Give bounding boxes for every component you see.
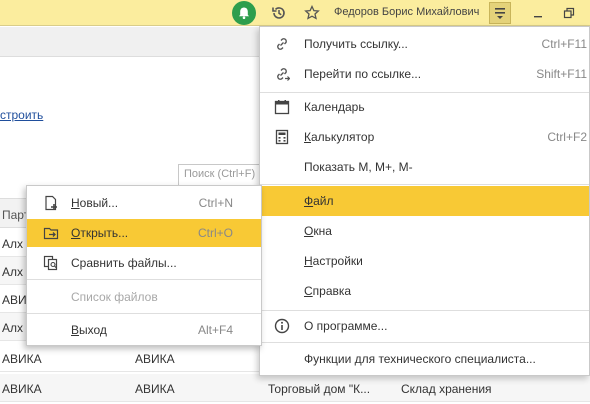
menu-item-show-memory[interactable]: Показать M, M+, M- <box>260 152 589 182</box>
submenu-item-label: Сравнить файлы... <box>71 256 177 270</box>
menu-item-label: Функции для технического специалиста... <box>304 352 536 366</box>
menu-item-shortcut: Shift+F11 <box>536 67 587 81</box>
menu-item-calendar[interactable]: Календарь <box>260 92 589 122</box>
open-folder-icon <box>43 225 59 241</box>
submenu-item-label: Список файлов <box>71 290 158 304</box>
restore-icon[interactable] <box>558 2 580 24</box>
table-cell: Алх <box>2 321 24 335</box>
menu-item-windows[interactable]: Окна <box>260 216 589 246</box>
submenu-item-shortcut: Ctrl+O <box>197 226 233 240</box>
table-cell: АВИКА <box>2 382 42 396</box>
submenu-item-open[interactable]: Открыть... Ctrl+O <box>27 219 261 247</box>
submenu-item-compare[interactable]: Сравнить файлы... <box>27 249 261 277</box>
menu-item-tech-functions[interactable]: Функции для технического специалиста... <box>260 344 589 374</box>
table-cell: АВИКА <box>135 352 175 366</box>
submenu-item-label: Выход <box>71 323 107 337</box>
calculator-icon <box>274 129 290 145</box>
submenu-item-label: Открыть... <box>71 226 129 240</box>
history-icon[interactable] <box>268 2 290 24</box>
bell-icon[interactable] <box>232 1 256 25</box>
table-cell: Алх <box>2 265 24 279</box>
menu-item-shortcut: Ctrl+F2 <box>547 130 587 144</box>
menu-item-label: Окна <box>304 224 332 238</box>
top-bar: Федоров Борис Михайлович <box>0 0 590 26</box>
main-menu: Получить ссылку... Ctrl+F11 Перейти по с… <box>259 26 590 376</box>
file-submenu: Новый... Ctrl+N Открыть... Ctrl+O Сравни… <box>26 185 262 346</box>
info-icon <box>274 318 290 334</box>
menu-item-about[interactable]: О программе... <box>260 311 589 341</box>
link-icon <box>274 36 290 52</box>
menu-separator <box>260 184 589 185</box>
submenu-item-shortcut: Ctrl+N <box>198 196 233 210</box>
table-cell: Торговый дом "К... <box>268 382 371 396</box>
menu-item-help[interactable]: Справка <box>260 276 589 306</box>
menu-item-label: Справка <box>304 284 352 298</box>
compare-files-icon <box>43 255 59 271</box>
new-file-icon <box>43 195 59 211</box>
menu-item-label: Получить ссылку... <box>304 37 408 51</box>
search-input[interactable]: Поиск (Ctrl+F) <box>178 164 266 186</box>
menu-item-file[interactable]: Файл <box>260 186 589 216</box>
menu-separator <box>27 279 261 280</box>
table-cell: Алх <box>2 237 24 251</box>
menu-item-get-link[interactable]: Получить ссылку... Ctrl+F11 <box>260 29 589 59</box>
submenu-item-shortcut: Alt+F4 <box>197 323 233 337</box>
calendar-icon <box>274 99 290 115</box>
menu-item-label: Калькулятор <box>304 130 375 144</box>
menu-item-goto-link[interactable]: Перейти по ссылке... Shift+F11 <box>260 59 589 89</box>
table-cell: АВИ <box>2 293 27 307</box>
username[interactable]: Федоров Борис Михайлович <box>334 6 479 18</box>
menu-item-calculator[interactable]: Калькулятор Ctrl+F2 <box>260 122 589 152</box>
goto-link-icon <box>274 66 290 82</box>
table-row[interactable]: АВИКА АВИКА Торговый дом "К... Склад хра… <box>0 374 590 402</box>
settings-link[interactable]: строить <box>0 108 43 122</box>
table-cell: Склад хранения <box>401 382 492 396</box>
menu-item-label: Показать M, M+, M- <box>304 160 413 174</box>
submenu-item-new[interactable]: Новый... Ctrl+N <box>27 189 261 217</box>
menu-item-shortcut: Ctrl+F11 <box>541 37 587 51</box>
submenu-item-exit[interactable]: Выход Alt+F4 <box>27 316 261 344</box>
star-icon[interactable] <box>301 2 323 24</box>
table-cell: АВИКА <box>2 352 42 366</box>
menu-item-label: Файл <box>304 194 334 208</box>
menu-separator <box>27 313 261 314</box>
submenu-item-file-list[interactable]: Список файлов <box>27 283 261 311</box>
minimize-icon[interactable] <box>527 2 549 24</box>
menu-icon[interactable] <box>489 2 511 24</box>
menu-item-label: Настройки <box>304 254 363 268</box>
submenu-item-label: Новый... <box>71 196 119 210</box>
table-cell: АВИКА <box>135 382 175 396</box>
menu-separator <box>260 342 589 343</box>
menu-item-label: Перейти по ссылке... <box>304 67 422 81</box>
menu-item-settings[interactable]: Настройки <box>260 246 589 276</box>
menu-item-label: О программе... <box>304 319 388 333</box>
menu-item-label: Календарь <box>304 100 365 114</box>
